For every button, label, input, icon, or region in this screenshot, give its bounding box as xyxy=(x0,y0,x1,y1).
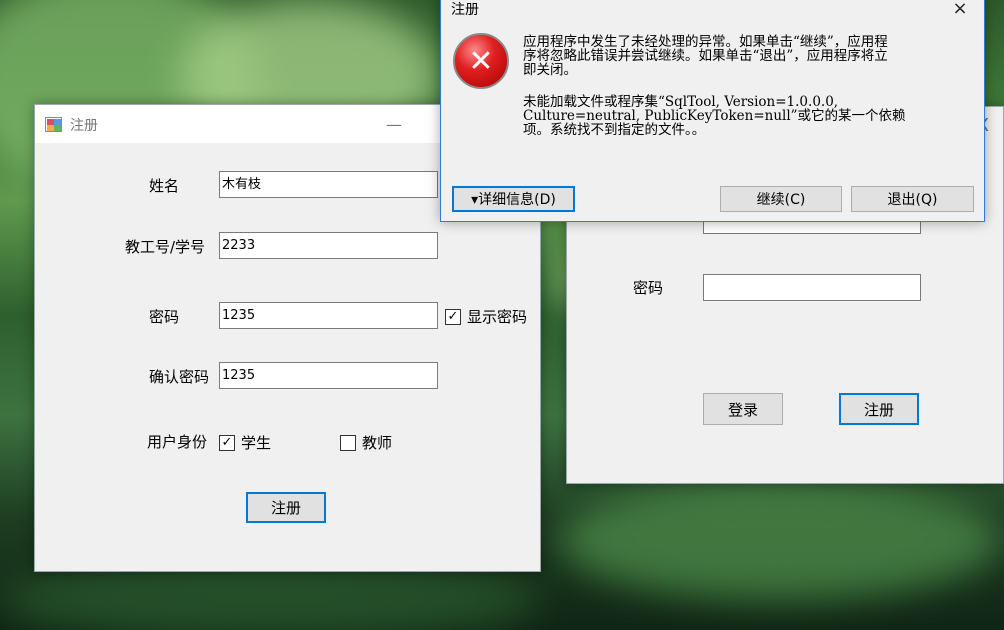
role-teacher-checkbox[interactable]: 教师 xyxy=(340,432,392,453)
error-dialog: 注册 × ✕ 应用程序中发生了未经处理的异常。如果单击“继续”，应用程 序将忽略… xyxy=(440,0,985,222)
error-message-line: 序将忽略此错误并尝试继续。如果单击“退出”，应用程序将立 xyxy=(523,48,888,64)
confirm-password-label: 确认密码 xyxy=(149,368,210,386)
quit-button[interactable]: 退出(Q) xyxy=(851,186,974,212)
name-field[interactable]: 木有枝 xyxy=(219,171,438,198)
error-detail: 未能加载文件或程序集“SqlTool, Version=1.0.0.0, Cul… xyxy=(523,95,963,137)
app-icon xyxy=(45,117,62,132)
dialog-close-icon[interactable]: × xyxy=(940,0,980,23)
checkmark-icon: ✓ xyxy=(445,308,461,325)
password-field[interactable]: 1235 xyxy=(219,302,438,329)
empty-checkbox-icon xyxy=(340,434,356,451)
confirm-password-field[interactable]: 1235 xyxy=(219,362,438,389)
error-detail-line: 未能加载文件或程序集“SqlTool, Version=1.0.0.0, xyxy=(523,94,839,110)
role-label: 用户身份 xyxy=(147,433,208,451)
login-register-button[interactable]: 注册 xyxy=(839,393,919,425)
error-message-line: 应用程序中发生了未经处理的异常。如果单击“继续”，应用程 xyxy=(523,34,888,50)
role-student-checkbox[interactable]: ✓ 学生 xyxy=(219,432,271,453)
role-student-label: 学生 xyxy=(241,434,272,452)
error-detail-line: 项。系统找不到指定的文件。。 xyxy=(523,122,706,138)
show-password-checkbox[interactable]: ✓ 显示密码 xyxy=(445,306,527,327)
continue-button[interactable]: 继续(C) xyxy=(720,186,842,212)
id-label: 教工号/学号 xyxy=(125,238,206,256)
id-field[interactable]: 2233 xyxy=(219,232,438,259)
login-password-label: 密码 xyxy=(633,279,664,297)
role-teacher-label: 教师 xyxy=(362,434,393,452)
register-window-title: 注册 xyxy=(70,118,98,134)
login-button[interactable]: 登录 xyxy=(703,393,783,425)
error-x-icon: ✕ xyxy=(468,43,494,79)
error-message: 应用程序中发生了未经处理的异常。如果单击“继续”，应用程 序将忽略此错误并尝试继… xyxy=(523,35,963,77)
error-detail-line: Culture=neutral, PublicKeyToken=null”或它的… xyxy=(523,108,906,124)
checkmark-icon: ✓ xyxy=(219,434,235,451)
error-message-line: 即关闭。 xyxy=(523,62,577,78)
login-password-field[interactable] xyxy=(703,274,921,301)
error-dialog-title: 注册 xyxy=(451,2,479,18)
register-button[interactable]: 注册 xyxy=(246,492,326,523)
minimize-icon[interactable]: — xyxy=(371,105,417,143)
show-password-label: 显示密码 xyxy=(467,308,528,326)
password-label: 密码 xyxy=(149,308,180,326)
details-button[interactable]: ▾详细信息(D) xyxy=(452,186,575,212)
name-label: 姓名 xyxy=(149,177,180,195)
error-icon: ✕ xyxy=(453,33,509,89)
